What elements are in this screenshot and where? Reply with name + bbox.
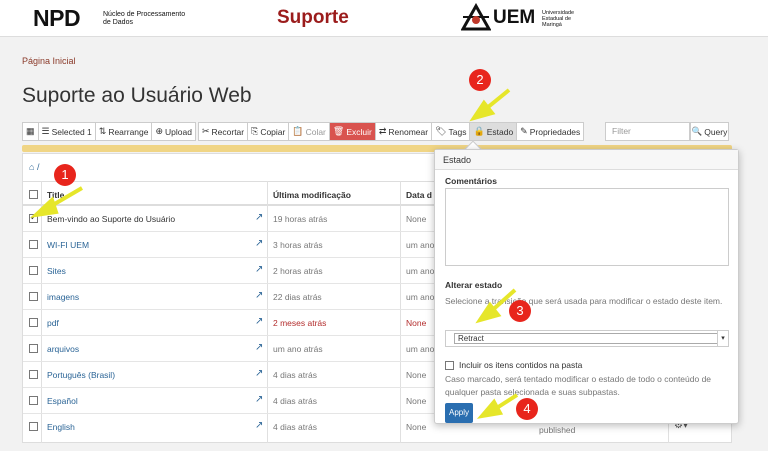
annotation-badge-2: 2	[469, 69, 491, 91]
annotation-badge-4: 4	[516, 398, 538, 420]
annotation-arrows	[29, 88, 519, 419]
annotation-badge-1: 1	[54, 164, 76, 186]
annotation-badge-3: 3	[509, 300, 531, 322]
